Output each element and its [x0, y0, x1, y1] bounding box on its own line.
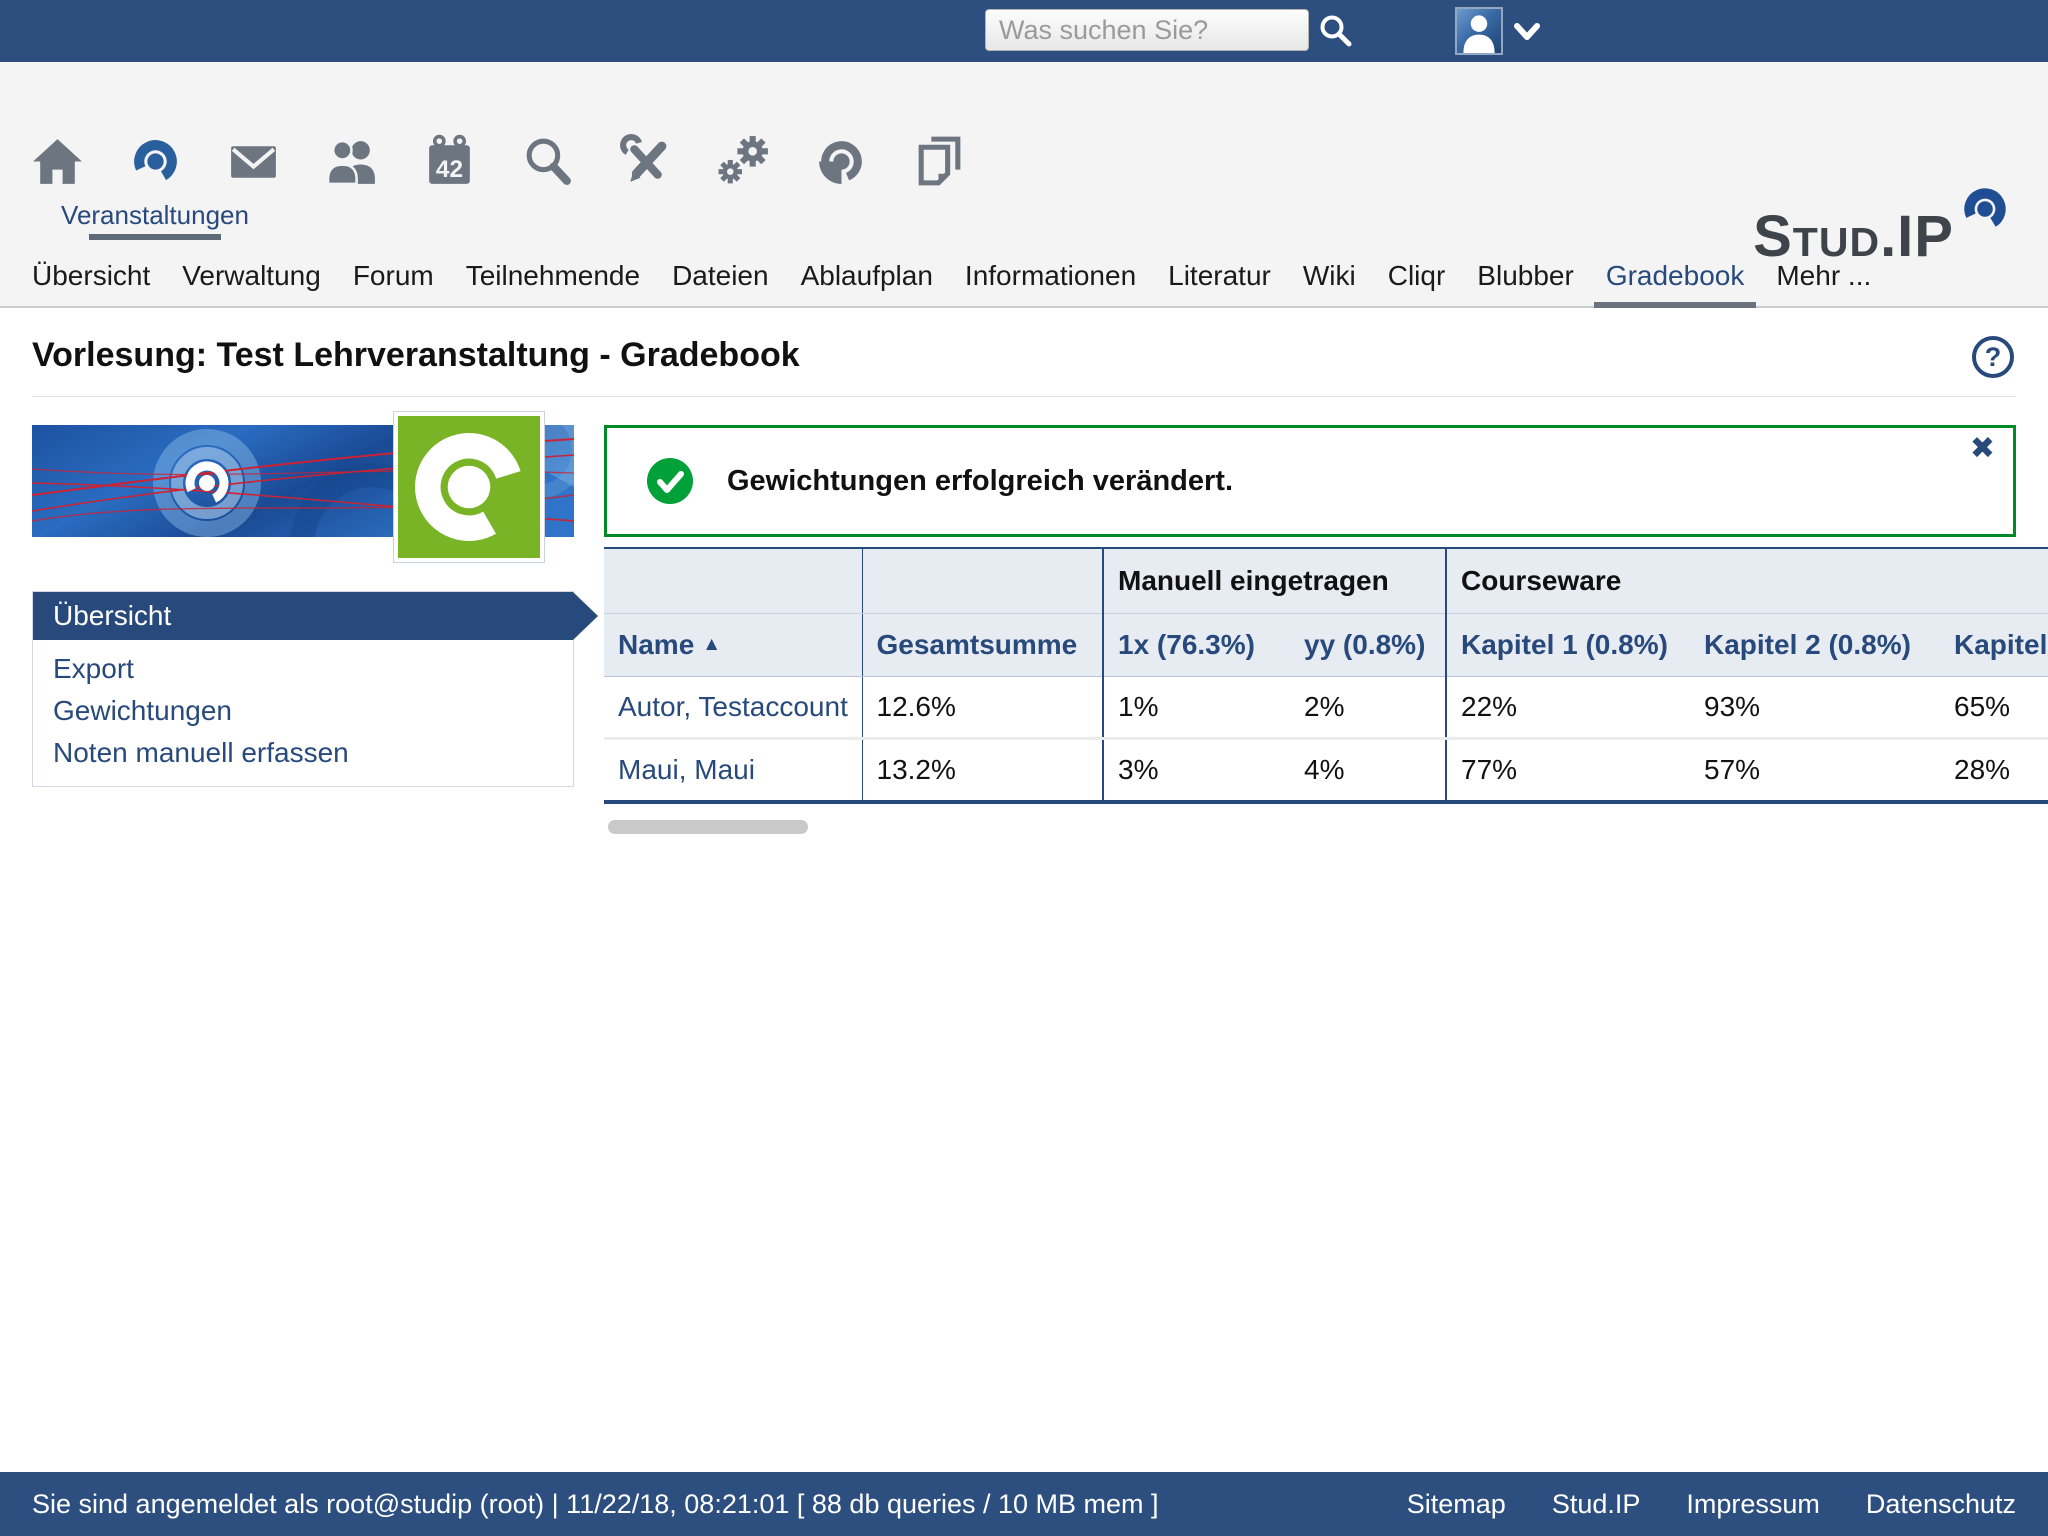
grade-value-cell: 13.2% [862, 739, 1103, 803]
courseware-spiral-icon[interactable] [792, 62, 890, 245]
course-avatar-spiral-icon [398, 416, 540, 558]
horizontal-scrollbar [604, 820, 2048, 834]
svg-text:42: 42 [435, 156, 462, 183]
tab-informationen[interactable]: Informationen [949, 245, 1152, 306]
table-column-header-row: Name▲Gesamtsumme1x (76.3%)yy (0.8%)Kapit… [604, 614, 2048, 677]
grade-value-cell: 93% [1690, 677, 1940, 739]
table-row: Autor, Testaccount12.6%1%2%22%93%65% [604, 677, 2048, 739]
tab-gradebook[interactable]: Gradebook [1590, 245, 1761, 306]
grade-value-cell: 77% [1446, 739, 1690, 803]
group-header-spacer [604, 548, 862, 614]
grade-value-cell: 4% [1290, 739, 1446, 803]
gradebook-table: Manuell eingetragenCoursewareName▲Gesamt… [604, 547, 2048, 804]
grade-value-cell: 3% [1103, 739, 1290, 803]
search-icon[interactable] [1318, 13, 1354, 49]
student-name-link[interactable]: Autor, Testaccount [604, 677, 862, 739]
courses-spiral-icon[interactable]: Veranstaltungen [106, 62, 204, 245]
mail-icon[interactable] [204, 62, 302, 245]
footer-status: Sie sind angemeldet als root@studip (roo… [32, 1489, 1159, 1520]
chevron-down-icon[interactable] [1512, 20, 1542, 44]
success-message: Gewichtungen erfolgreich verändert. ✖ [604, 425, 2016, 537]
gradebook-table-container: Manuell eingetragenCoursewareName▲Gesamt… [604, 547, 2048, 804]
column-header-gesamtsumme[interactable]: Gesamtsumme [862, 614, 1103, 677]
tab-blubber[interactable]: Blubber [1461, 245, 1590, 306]
column-header-yy-0-8[interactable]: yy (0.8%) [1290, 614, 1446, 677]
student-name-link[interactable]: Maui, Maui [604, 739, 862, 803]
search-icon[interactable] [498, 62, 596, 245]
tab-wiki[interactable]: Wiki [1287, 245, 1372, 306]
tab-bersicht[interactable]: Übersicht [16, 245, 166, 306]
horizontal-scrollbar-thumb[interactable] [608, 820, 808, 834]
course-banner [32, 425, 574, 537]
sidebar: Übersicht ExportGewichtungenNoten manuell… [32, 425, 574, 834]
grade-value-cell: 22% [1446, 677, 1690, 739]
tab-forum[interactable]: Forum [337, 245, 450, 306]
tab-mehr[interactable]: Mehr ... [1760, 245, 1887, 306]
tools-icon[interactable] [596, 62, 694, 245]
tab-verwaltung[interactable]: Verwaltung [166, 245, 337, 306]
user-avatar[interactable] [1455, 7, 1503, 55]
grade-value-cell: 57% [1690, 739, 1940, 803]
check-circle-icon [647, 458, 693, 504]
search-input[interactable] [985, 9, 1309, 51]
group-header-spacer [862, 548, 1103, 614]
grade-value-cell: 65% [1940, 677, 2048, 739]
tab-dateien[interactable]: Dateien [656, 245, 785, 306]
footer-link-datenschutz[interactable]: Datenschutz [1866, 1489, 2016, 1520]
toolbar-icons: Veranstaltungen 42 [0, 62, 2048, 245]
main-area: Gewichtungen erfolgreich verändert. ✖ Ma… [604, 425, 2016, 834]
person-icon [1457, 9, 1501, 53]
column-header-name[interactable]: Name▲ [604, 614, 862, 677]
studip-logo-spiral-icon [1956, 180, 2014, 238]
tab-cliqr[interactable]: Cliqr [1372, 245, 1462, 306]
community-icon[interactable] [302, 62, 400, 245]
tab-teilnehmende[interactable]: Teilnehmende [450, 245, 656, 306]
sidebar-item-export[interactable]: Export [33, 648, 573, 690]
sort-asc-icon: ▲ [702, 634, 721, 655]
toolbar-active-underline [89, 234, 221, 240]
footer-links: Sitemap Stud.IP Impressum Datenschutz [1407, 1489, 2016, 1520]
sidebar-item-bersicht[interactable]: Übersicht [33, 592, 573, 640]
page-content: Vorlesung: Test Lehrveranstaltung - Grad… [0, 308, 2048, 834]
grade-value-cell: 12.6% [862, 677, 1103, 739]
icon-toolbar: Veranstaltungen 42 [0, 62, 2048, 245]
admin-gears-icon[interactable] [694, 62, 792, 245]
column-header-kapitel-3-0-8[interactable]: Kapitel 3 (0.8%) [1940, 614, 2048, 677]
success-message-text: Gewichtungen erfolgreich verändert. [727, 465, 1233, 498]
sidebar-item-gewichtungen[interactable]: Gewichtungen [33, 690, 573, 732]
grade-value-cell: 28% [1940, 739, 2048, 803]
column-header-kapitel-2-0-8[interactable]: Kapitel 2 (0.8%) [1690, 614, 1940, 677]
column-header-kapitel-1-0-8[interactable]: Kapitel 1 (0.8%) [1446, 614, 1690, 677]
column-header-1x-76-3[interactable]: 1x (76.3%) [1103, 614, 1290, 677]
page-title: Vorlesung: Test Lehrveranstaltung - Grad… [32, 336, 800, 375]
footer-link-impressum[interactable]: Impressum [1686, 1489, 1820, 1520]
grade-value-cell: 1% [1103, 677, 1290, 739]
course-avatar [394, 412, 544, 562]
table-head: Manuell eingetragenCoursewareName▲Gesamt… [604, 548, 2048, 677]
tab-literatur[interactable]: Literatur [1152, 245, 1287, 306]
top-bar [0, 0, 2048, 62]
group-header-manuell-eingetragen: Manuell eingetragen [1103, 548, 1446, 614]
table-group-header-row: Manuell eingetragenCourseware [604, 548, 2048, 614]
footer-bar: Sie sind angemeldet als root@studip (roo… [0, 1472, 2048, 1536]
footer-link-stud-ip[interactable]: Stud.IP [1552, 1489, 1641, 1520]
grade-value-cell: 2% [1290, 677, 1446, 739]
group-header-courseware: Courseware [1446, 548, 2048, 614]
table-body: Autor, Testaccount12.6%1%2%22%93%65%Maui… [604, 677, 2048, 803]
sidebar-nav: Übersicht ExportGewichtungenNoten manuell… [32, 591, 574, 787]
svg-text:?: ? [1985, 342, 2002, 372]
footer-link-sitemap[interactable]: Sitemap [1407, 1489, 1506, 1520]
close-icon[interactable]: ✖ [1970, 434, 1995, 464]
tab-ablaufplan[interactable]: Ablaufplan [785, 245, 949, 306]
title-row: Vorlesung: Test Lehrveranstaltung - Grad… [32, 308, 2016, 397]
table-row: Maui, Maui13.2%3%4%77%57%28% [604, 739, 2048, 803]
sidebar-item-noten-manuell-erfassen[interactable]: Noten manuell erfassen [33, 732, 573, 774]
files-icon[interactable] [890, 62, 988, 245]
calendar-icon[interactable]: 42 [400, 62, 498, 245]
question-mark-circle-icon[interactable]: ? [1970, 334, 2016, 380]
tab-bar: ÜbersichtVerwaltungForumTeilnehmendeDate… [0, 245, 2048, 308]
